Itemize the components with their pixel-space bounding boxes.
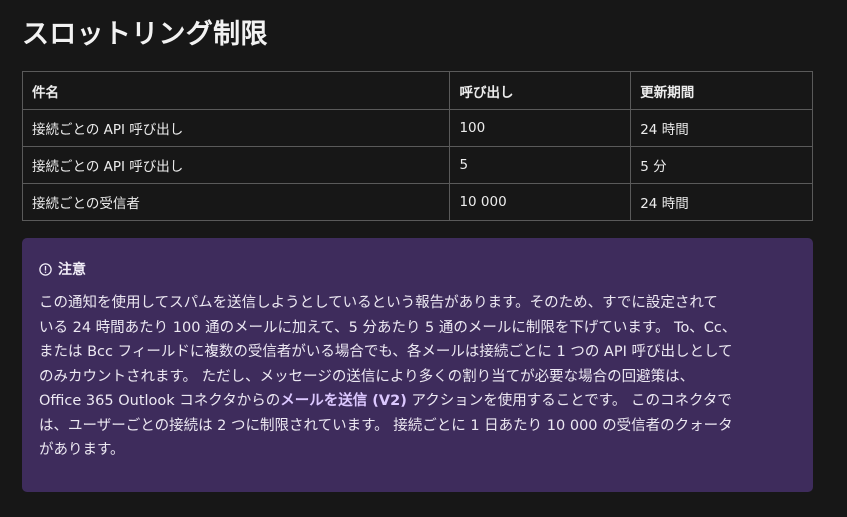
note-text: アクションを使用することです。 このコネクタで xyxy=(406,393,732,409)
table-cell-name: 接続ごとの受信者 xyxy=(21,183,451,221)
table-header-row: 件名 呼び出し 更新期間 xyxy=(21,71,813,110)
info-circle-icon xyxy=(39,262,52,276)
column-header-calls: 呼び出し xyxy=(449,71,632,110)
table-cell-calls: 5 xyxy=(449,146,632,184)
column-header-renewal-period: 更新期間 xyxy=(630,71,813,110)
send-email-v2-link[interactable]: メールを送信 (V2) xyxy=(280,393,407,409)
table-row: 接続ごとの API 呼び出し 100 24 時間 xyxy=(21,109,813,147)
column-header-name: 件名 xyxy=(21,71,451,110)
throttling-limits-table: 件名 呼び出し 更新期間 接続ごとの API 呼び出し 100 24 時間 接続… xyxy=(21,71,813,221)
table-cell-renewal-period: 24 時間 xyxy=(630,109,813,147)
table-cell-name: 接続ごとの API 呼び出し xyxy=(21,109,451,147)
table-cell-name: 接続ごとの API 呼び出し xyxy=(21,146,451,184)
note-body: この通知を使用してスパムを送信しようとしているという報告があります。そのため、す… xyxy=(39,291,795,463)
note-text: Office 365 Outlook コネクタからの xyxy=(39,393,281,409)
table-cell-calls: 100 xyxy=(449,109,632,147)
table-row: 接続ごとの受信者 10 000 24 時間 xyxy=(21,183,813,221)
note-line: があります。 xyxy=(39,442,125,458)
table-cell-renewal-period: 24 時間 xyxy=(630,183,813,221)
note-line: のみカウントされます。 ただし、メッセージの送信により多くの割り当てが必要な場合… xyxy=(39,368,695,385)
table-row: 接続ごとの API 呼び出し 5 5 分 xyxy=(21,146,813,184)
page: スロットリング制限 件名 呼び出し 更新期間 接続ごとの API 呼び出し 10… xyxy=(21,0,813,492)
note-line: は、ユーザーごとの接続は 2 つに制限されています。 接続ごとに 1 日あたり … xyxy=(39,417,733,434)
note-header: 注意 xyxy=(39,259,795,279)
note-line: この通知を使用してスパムを送信しようとしているという報告があります。そのため、す… xyxy=(39,295,718,311)
note-line: または Bcc フィールドに複数の受信者がいる場合でも、各メールは接続ごとに 1… xyxy=(39,344,733,360)
note-line: Office 365 Outlook コネクタからのメールを送信 (V2) アク… xyxy=(39,389,795,414)
note-line: いる 24 時間あたり 100 通のメールに加えて、5 分あたり 5 通のメール… xyxy=(39,319,737,336)
table-cell-calls: 10 000 xyxy=(449,183,632,221)
page-title: スロットリング制限 xyxy=(22,19,268,50)
note-callout: 注意 この通知を使用してスパムを送信しようとしているという報告があります。そのた… xyxy=(22,238,813,492)
note-title: 注意 xyxy=(58,262,86,278)
table-cell-renewal-period: 5 分 xyxy=(630,146,813,184)
